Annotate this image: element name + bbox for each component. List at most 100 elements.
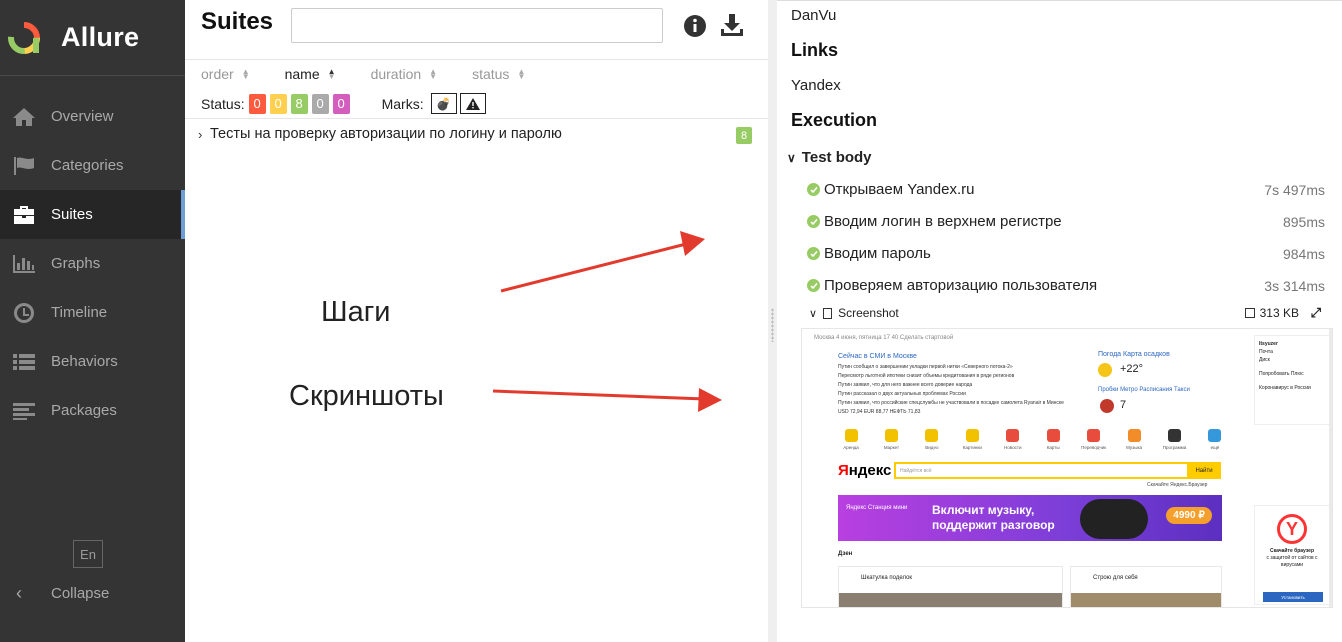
service-label: ещё: [1210, 445, 1220, 450]
shot-traffic: Пробки Метро Расписания Такси: [1098, 387, 1190, 393]
shot-news-item: Путин заявил, что российские спецслужбы …: [838, 400, 1064, 406]
sidebar-item-label: Categories: [51, 157, 124, 174]
step-name: Проверяем авторизацию пользователя: [824, 277, 1098, 294]
service-label: Новости: [1004, 445, 1022, 450]
card-image: [839, 593, 1062, 607]
attachment-name: Screenshot: [838, 306, 899, 320]
logo-rest: ндекс: [848, 462, 892, 479]
test-body-toggle[interactable]: ∨ Test body: [787, 149, 872, 166]
shot-news-item: Путин сообщил о завершении укладки перво…: [838, 364, 1013, 370]
chevron-down-icon: ∨: [809, 307, 818, 320]
sidebar-item-label: Behaviors: [51, 353, 118, 370]
sidebar-item-label: Suites: [51, 206, 93, 223]
pane-splitter[interactable]: [768, 0, 777, 642]
execution-title: Execution: [791, 110, 878, 130]
check-icon: [807, 215, 820, 228]
sidebar-item-packages[interactable]: Packages: [0, 386, 185, 435]
shot-news-item: Путин рассказал о двух актуальных пробле…: [838, 391, 966, 397]
service-icon: [884, 429, 898, 442]
shot-search-button: Найти: [1187, 462, 1221, 479]
home-icon: [11, 106, 37, 128]
sidebar-nav: Overview Categories Suites Graphs Timeli…: [0, 92, 185, 435]
side-disk: Диск: [1259, 357, 1270, 363]
promo-install: Установить: [1263, 592, 1323, 602]
shot-service: Карты: [1040, 429, 1066, 450]
service-label: Видео: [925, 445, 939, 450]
step-row[interactable]: Вводим пароль 984ms: [807, 245, 1325, 262]
service-label: Карты: [1046, 445, 1060, 450]
yandex-page-image: Москва 4 июня, пятница 17 40 Сделать ста…: [802, 329, 1332, 607]
check-icon: [807, 247, 820, 260]
list-icon: [11, 351, 37, 373]
screenshot-preview[interactable]: Москва 4 июня, пятница 17 40 Сделать ста…: [801, 328, 1333, 608]
card-title: Шкатулка поделок: [861, 575, 913, 581]
shot-service: Маркет: [878, 429, 904, 450]
bar-chart-icon: [11, 253, 37, 275]
attachment-row[interactable]: ∨ Screenshot 313 KB ⤢: [809, 305, 1327, 321]
shot-services: Аренда Маркет Видео Картинки Новости Кар…: [838, 429, 1228, 450]
shot-browser-promo: Y Скачайте браузер с защитой от сайтов с…: [1254, 505, 1330, 605]
drag-handle-icon: [771, 308, 774, 342]
file-size-icon: [1244, 308, 1255, 318]
side-mail: Почта: [1259, 349, 1273, 355]
service-icon: [844, 429, 858, 442]
shot-top-bar: Москва 4 июня, пятница 17 40 Сделать ста…: [814, 335, 954, 341]
clock-icon: [11, 302, 37, 324]
sidebar-item-overview[interactable]: Overview: [0, 92, 185, 141]
sidebar-item-suites[interactable]: Suites: [0, 190, 185, 239]
collapse-button[interactable]: ‹ Collapse: [0, 580, 109, 606]
sidebar-item-categories[interactable]: Categories: [0, 141, 185, 190]
owner-value: DanVu: [791, 7, 837, 24]
step-duration: 984ms: [1282, 245, 1325, 262]
shot-service: Программа: [1162, 429, 1188, 450]
banner-price: 4990 ₽: [1166, 507, 1212, 524]
shot-service: Новости: [1000, 429, 1026, 450]
service-icon: [1087, 429, 1101, 442]
step-row[interactable]: Вводим логин в верхнем регистре 895ms: [807, 213, 1325, 230]
shot-weather: Погода Карта осадков: [1098, 351, 1170, 358]
side-covid: Коронавирус в России: [1259, 385, 1311, 391]
link-yandex[interactable]: Yandex: [791, 77, 841, 94]
allure-logo: [8, 21, 40, 54]
promo-title: Скачайте браузер: [1269, 548, 1315, 554]
briefcase-icon: [11, 204, 37, 226]
sidebar-item-label: Graphs: [51, 255, 101, 272]
check-icon: [807, 279, 820, 292]
sidebar: Allure Overview Categories Suites Graphs…: [0, 0, 185, 642]
shot-service: ещё: [1202, 429, 1228, 450]
sidebar-item-graphs[interactable]: Graphs: [0, 239, 185, 288]
arrow-to-screenshot: [492, 388, 722, 412]
shot-service: Видео: [919, 429, 945, 450]
shot-rates: USD 72,94 EUR 88,77 НЕФТЬ 71,83: [838, 409, 921, 415]
shot-news-title: Сейчас в СМИ в Москве: [838, 353, 917, 360]
shot-card: Строю для себя: [1070, 566, 1222, 607]
step-row[interactable]: Проверяем авторизацию пользователя 3s 31…: [807, 277, 1325, 294]
speaker-image: [1080, 499, 1148, 539]
attachment-size-value: 313 KB: [1259, 306, 1299, 320]
shot-temperature: +22°: [1120, 363, 1144, 375]
expand-icon[interactable]: ⤢: [1311, 305, 1321, 321]
banner-brand: Яндекс Станция мини: [846, 505, 908, 511]
brand-name: Allure: [61, 22, 140, 52]
service-icon: [1168, 429, 1181, 442]
step-row[interactable]: Открываем Yandex.ru 7s 497ms: [807, 181, 1325, 198]
shot-search-box: Найдётся всё: [894, 462, 1216, 479]
sidebar-item-behaviors[interactable]: Behaviors: [0, 337, 185, 386]
step-duration: 895ms: [1282, 213, 1325, 230]
step-name: Вводим пароль: [824, 245, 931, 262]
banner-text: Включит музыку, поддержит разговор: [932, 503, 1055, 532]
card-image: [1071, 593, 1221, 607]
test-details: DanVu Links Yandex Execution ∨ Test body…: [777, 0, 1342, 642]
service-icon: [925, 429, 939, 442]
brand[interactable]: Allure: [0, 0, 185, 76]
shot-service: Аренда: [838, 429, 864, 450]
service-icon: [965, 429, 979, 442]
shot-banner: Яндекс Станция мини Включит музыку, подд…: [838, 495, 1222, 541]
service-icon: [1208, 429, 1222, 442]
flag-icon: [11, 155, 37, 177]
sidebar-item-timeline[interactable]: Timeline: [0, 288, 185, 337]
step-name: Открываем Yandex.ru: [824, 181, 975, 198]
test-body-label: Test body: [801, 149, 872, 166]
promo-sub: с защитой от сайтов с вирусами: [1266, 555, 1318, 568]
language-switch[interactable]: En: [73, 540, 103, 568]
